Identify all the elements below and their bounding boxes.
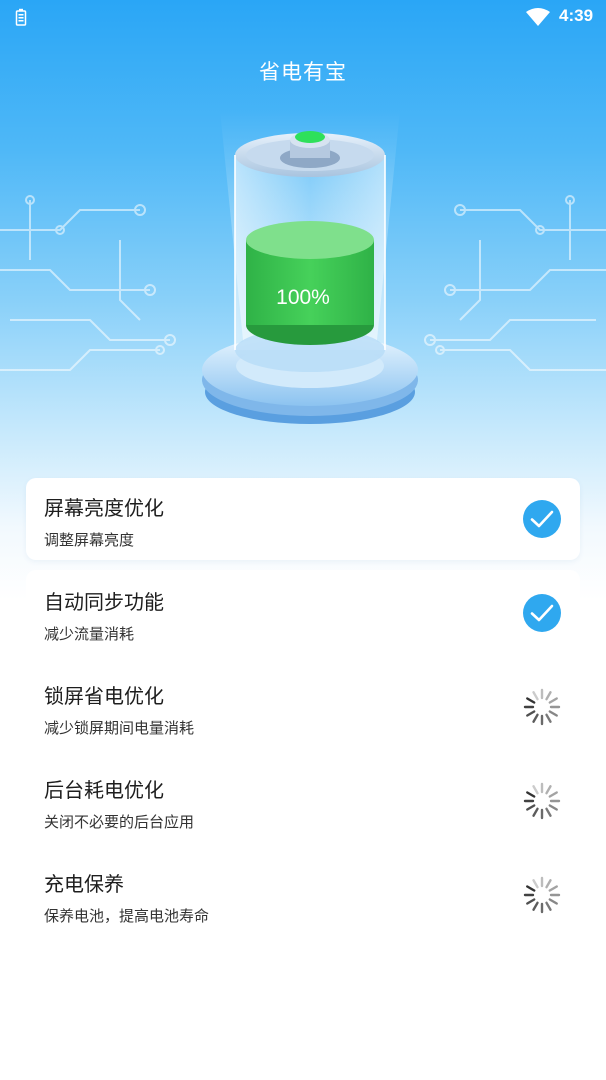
item-subtitle: 减少流量消耗 — [44, 625, 135, 643]
item-subtitle: 减少锁屏期间电量消耗 — [44, 719, 195, 737]
optimization-item-lockscreen[interactable]: 锁屏省电优化 减少锁屏期间电量消耗 — [26, 666, 580, 746]
optimization-item-charging-care[interactable]: 充电保养 保养电池，提高电池寿命 — [26, 854, 580, 934]
status-bar: 4:39 — [0, 0, 606, 34]
item-title: 屏幕亮度优化 — [44, 496, 164, 520]
status-time: 4:39 — [559, 6, 594, 25]
optimization-item-background[interactable]: 后台耗电优化 关闭不必要的后台应用 — [26, 760, 580, 840]
spinner-icon — [523, 782, 561, 820]
list-item[interactable]: 屏幕亮度优化 调整屏幕亮度 — [26, 478, 580, 558]
item-subtitle: 保养电池，提高电池寿命 — [44, 907, 210, 925]
item-subtitle: 关闭不必要的后台应用 — [44, 813, 195, 831]
spinner-icon — [523, 876, 561, 914]
optimization-item-screen-brightness[interactable]: 屏幕亮度优化 调整屏幕亮度 — [26, 478, 580, 560]
spinner-icon — [523, 688, 561, 726]
check-circle-icon — [523, 594, 561, 632]
item-title: 锁屏省电优化 — [44, 684, 164, 708]
check-circle-icon — [523, 500, 561, 538]
optimization-item-auto-sync[interactable]: 自动同步功能 减少流量消耗 — [26, 572, 580, 652]
optimization-list: 自动同步功能 减少流量消耗 锁屏省电优化 减少锁屏期间电量消耗 后台耗电优化 关… — [26, 570, 580, 950]
battery-illustration — [202, 110, 418, 424]
page-title: 省电有宝 — [259, 60, 347, 84]
battery-percent: 100% — [276, 286, 330, 309]
battery-icon — [15, 8, 27, 26]
item-title: 自动同步功能 — [44, 590, 164, 614]
wifi-icon — [526, 8, 550, 26]
item-title: 充电保养 — [44, 872, 124, 896]
item-subtitle: 调整屏幕亮度 — [44, 531, 135, 549]
item-title: 后台耗电优化 — [44, 778, 164, 802]
